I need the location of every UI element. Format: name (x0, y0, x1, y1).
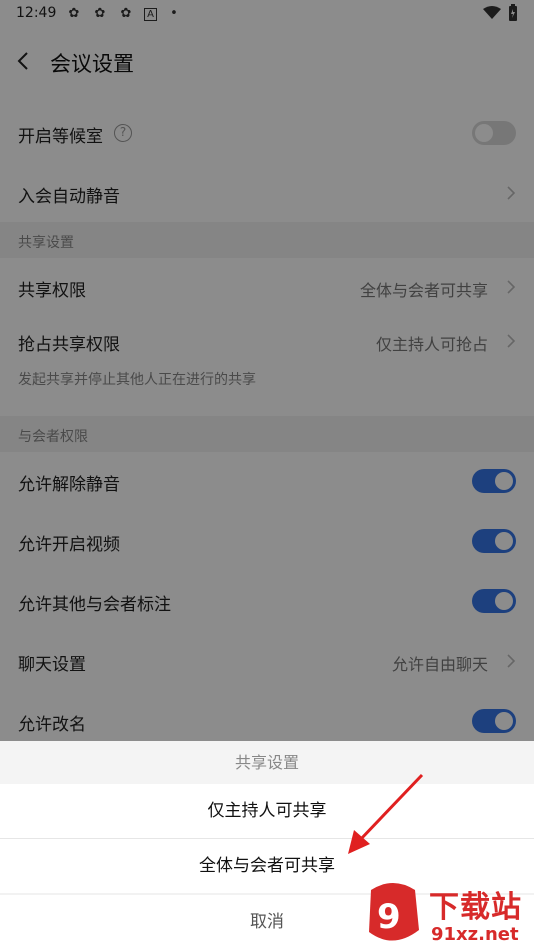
watermark-url: 91xz.net (431, 924, 519, 945)
annotation-arrow-icon (348, 773, 424, 854)
svg-text:9: 9 (377, 897, 401, 937)
watermark-brand: 下载站 (429, 890, 522, 925)
option-host-only-share[interactable]: 仅主持人可共享 (0, 784, 534, 838)
watermark-badge-icon: 9 (369, 883, 419, 941)
watermark-logo: 9 下载站 91xz.net (363, 880, 528, 948)
sheet-title: 共享设置 (0, 741, 534, 784)
